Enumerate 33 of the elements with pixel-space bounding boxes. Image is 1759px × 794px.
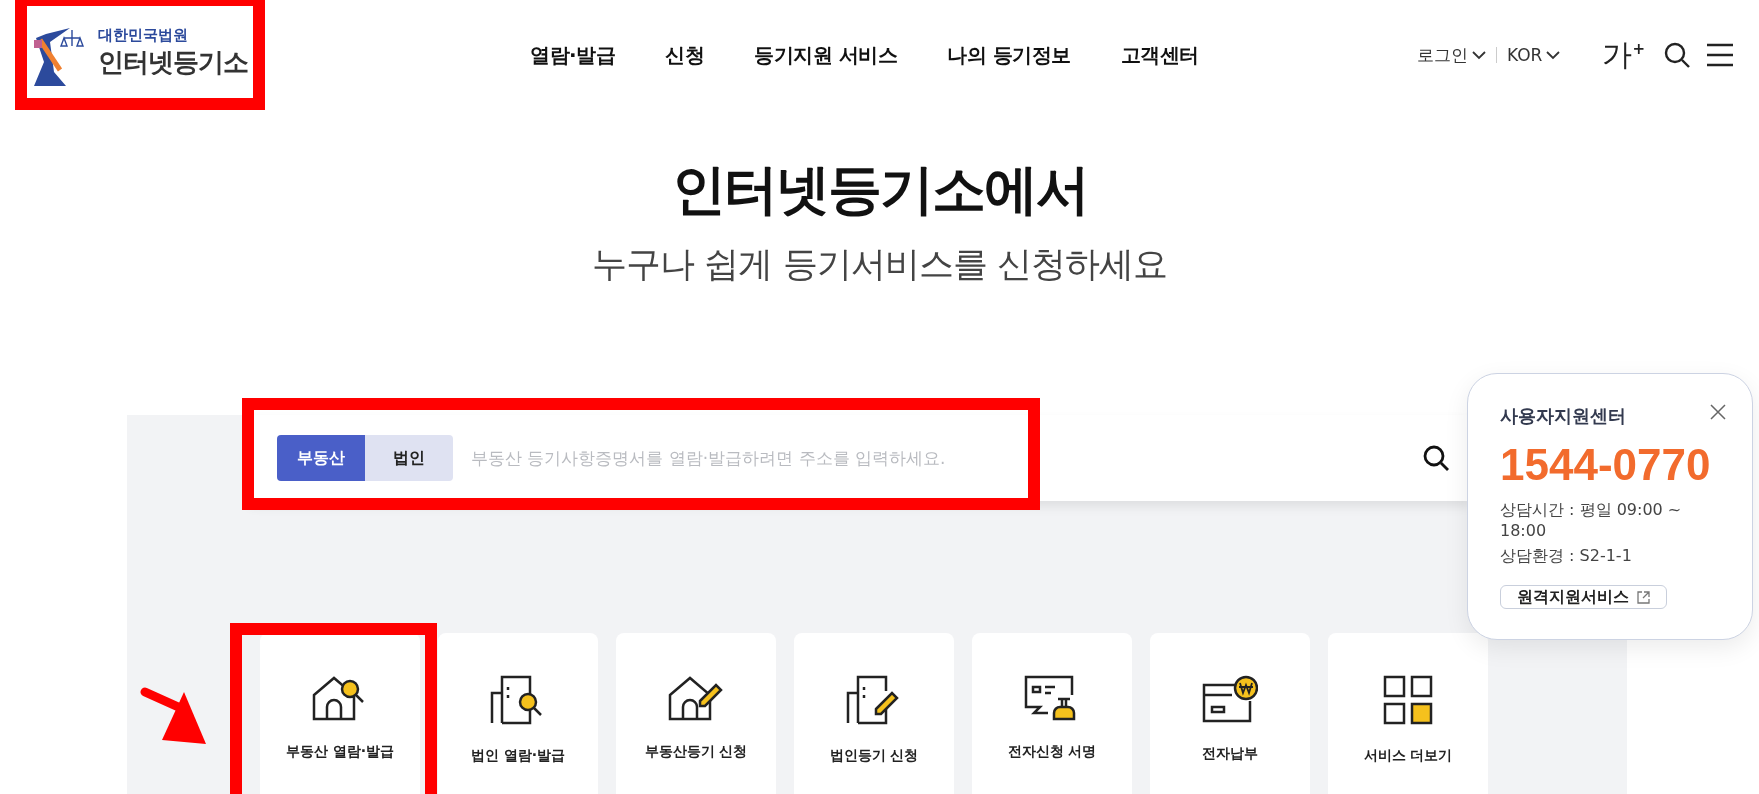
- search-tab[interactable]: 부동산: [277, 435, 365, 481]
- nav-link[interactable]: 열람·발급: [530, 41, 616, 69]
- logo-title: 인터넷등기소: [98, 46, 248, 79]
- nav-link[interactable]: 고객센터: [1120, 41, 1199, 69]
- login-link[interactable]: 로그인: [1417, 43, 1486, 67]
- service-tile[interactable]: 전자신청 서명: [972, 633, 1132, 794]
- nav-link[interactable]: 신청: [665, 41, 705, 69]
- wallet-coin-icon: [1202, 675, 1258, 723]
- grid-icon: [1383, 675, 1433, 725]
- chevron-down-icon: [1472, 50, 1486, 60]
- environment-text: 상담환경 : S2-1-1: [1500, 546, 1633, 567]
- chevron-down-icon: [1546, 50, 1561, 60]
- close-icon[interactable]: [1710, 404, 1726, 420]
- language-link[interactable]: KOR: [1507, 45, 1561, 65]
- nav-link[interactable]: 등기지원 서비스: [754, 41, 898, 69]
- service-tile[interactable]: 서비스 더보기: [1328, 633, 1488, 794]
- service-tile[interactable]: 법인 열람·발급: [438, 633, 598, 794]
- house-pencil-icon: [668, 675, 724, 721]
- external-link-icon: [1637, 590, 1650, 604]
- service-tile[interactable]: 법인등기 신청: [794, 633, 954, 794]
- remote-support-button[interactable]: 원격지원서비스: [1500, 585, 1667, 609]
- nav-link[interactable]: 나의 등기정보: [947, 41, 1071, 69]
- service-tile[interactable]: 부동산 열람·발급: [260, 633, 420, 794]
- phone-number: 1544-0770: [1500, 440, 1712, 490]
- search-tab[interactable]: 법인: [365, 435, 453, 481]
- font-size-button[interactable]: 가$^{+}$: [1596, 34, 1651, 76]
- popup-title: 사용자지원센터: [1500, 404, 1626, 428]
- service-tile[interactable]: 전자납부: [1150, 633, 1310, 794]
- hero-title: 인터넷등기소에서: [671, 157, 1088, 223]
- logo-subtitle: 대한민국법원: [98, 26, 189, 45]
- hero-subtitle: 누구나 쉽게 등기서비스를 신청하세요: [592, 243, 1167, 286]
- hours-text: 상담시간 : 평일 09:00 ~ 18:00: [1500, 500, 1683, 540]
- service-tile[interactable]: 부동산등기 신청: [616, 633, 776, 794]
